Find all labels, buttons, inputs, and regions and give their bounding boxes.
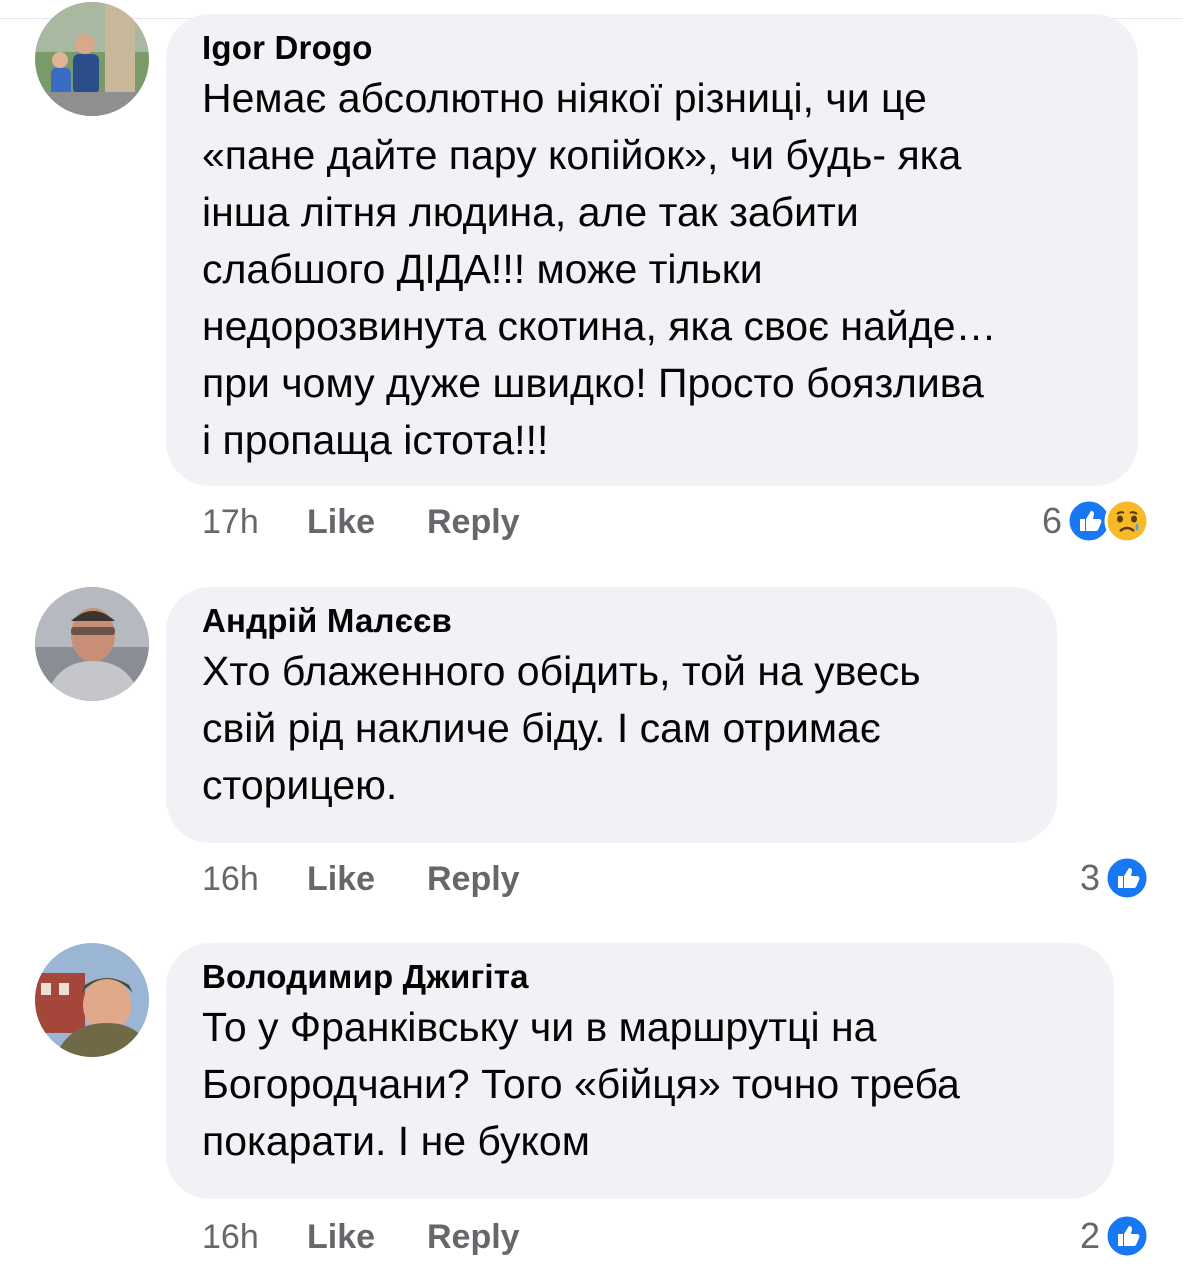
sad-icon [1104, 498, 1150, 544]
reaction-icons [1104, 1213, 1150, 1259]
like-button[interactable]: Like [307, 859, 427, 899]
comment-bubble: Андрій Малєєв Хто блаженного обідить, то… [166, 587, 1057, 843]
comment-text: Немає абсолютно ніякої різниці, чи це «п… [202, 70, 1102, 469]
reaction-summary[interactable]: 6 [1042, 498, 1150, 544]
reaction-count: 6 [1041, 500, 1062, 541]
avatar[interactable] [35, 587, 149, 701]
comment-text-line: слабшого ДІДА!!! може тільки [202, 246, 763, 292]
reply-button[interactable]: Reply [427, 859, 520, 899]
comment-text: То у Франківську чи в маршрутці на Богор… [202, 999, 1078, 1170]
comment-author[interactable]: Володимир Джигіта [202, 957, 1078, 997]
comment-actions: 16h Like Reply [202, 859, 520, 899]
comment-author[interactable]: Андрій Малєєв [202, 601, 1021, 641]
avatar[interactable] [35, 2, 149, 116]
avatar[interactable] [35, 943, 149, 1057]
comment-text-line: свій рід накличе біду. І сам отримає [202, 705, 881, 751]
like-button[interactable]: Like [307, 1217, 427, 1257]
reaction-summary[interactable]: 2 [1080, 1213, 1150, 1259]
comment-timestamp[interactable]: 16h [202, 859, 307, 899]
reaction-summary[interactable]: 3 [1080, 855, 1150, 901]
comment-text: Хто блаженного обідить, той на увесь сві… [202, 643, 1021, 814]
comment-text-line: То у Франківську чи в маршрутці на [202, 1004, 877, 1050]
comment-text-line: і пропаща істота!!! [202, 417, 549, 463]
comment-actions: 17h Like Reply [202, 502, 520, 542]
comment-bubble: Igor Drogo Немає абсолютно ніякої різниц… [166, 14, 1138, 486]
comment-text-line: інша літня людина, але так забити [202, 189, 859, 235]
comment-text-line: Немає абсолютно ніякої різниці, чи це [202, 75, 927, 121]
comment-text-line: Богородчани? Того «бійця» точно треба [202, 1061, 960, 1107]
comment-author[interactable]: Igor Drogo [202, 28, 1102, 68]
reaction-count: 2 [1079, 1215, 1100, 1256]
comment-actions: 16h Like Reply [202, 1217, 520, 1257]
comment-text-line: недорозвинута скотина, яка своє найде… [202, 303, 997, 349]
comment-text-line: «пане дайте пару копійок», чи будь- яка [202, 132, 962, 178]
reply-button[interactable]: Reply [427, 502, 520, 542]
like-button[interactable]: Like [307, 502, 427, 542]
reaction-count: 3 [1079, 857, 1100, 898]
comment-timestamp[interactable]: 17h [202, 502, 307, 542]
like-icon [1104, 1213, 1150, 1259]
comment-bubble: Володимир Джигіта То у Франківську чи в … [166, 943, 1114, 1199]
like-icon [1104, 855, 1150, 901]
comment-text-line: покарати. І не буком [202, 1118, 590, 1164]
comment-timestamp[interactable]: 16h [202, 1217, 307, 1257]
reaction-icons [1066, 498, 1150, 544]
reaction-icons [1104, 855, 1150, 901]
comment-text-line: Хто блаженного обідить, той на увесь [202, 648, 921, 694]
comment-text-line: сторицею. [202, 762, 398, 808]
comment-text-line: при чому дуже швидко! Просто боязлива [202, 360, 984, 406]
reply-button[interactable]: Reply [427, 1217, 520, 1257]
